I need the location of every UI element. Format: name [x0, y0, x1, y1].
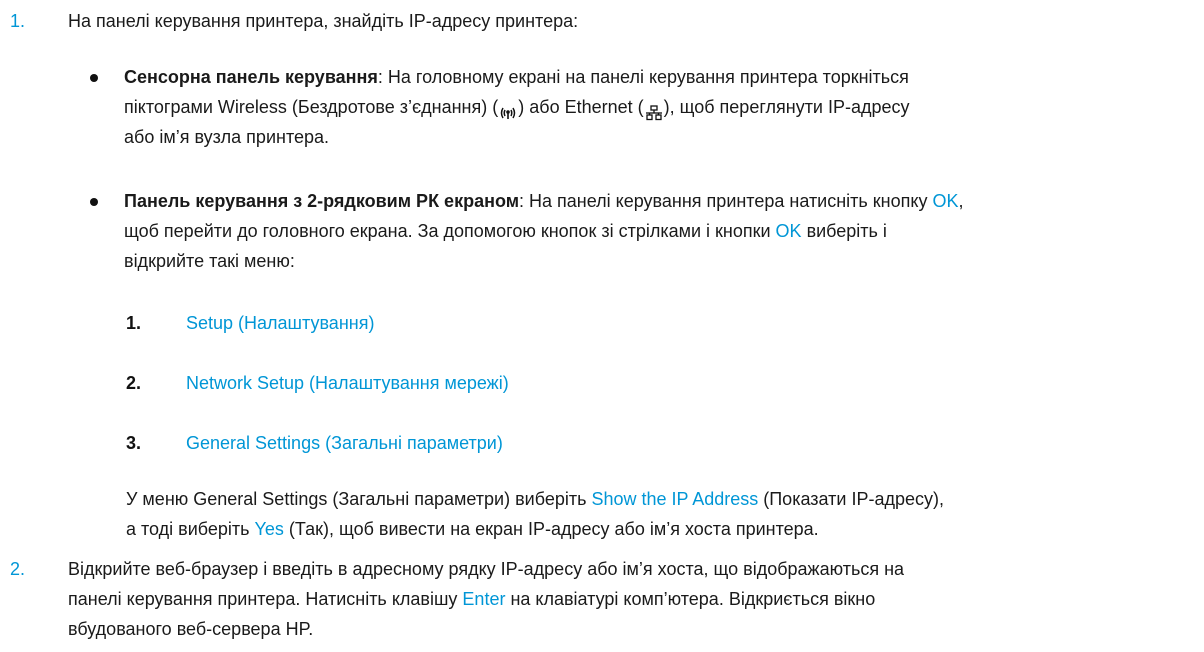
bullet-text: Сенсорна панель керування: На головному … [124, 62, 1190, 152]
instruction-paragraph: У меню General Settings (Загальні параме… [126, 484, 1190, 544]
bullet-title: Сенсорна панель керування [124, 67, 378, 87]
bullet-dot [90, 198, 98, 206]
bullet-text-part: щоб перейти до головного екрана. За допо… [124, 221, 776, 241]
step-number: 2. [10, 559, 26, 579]
bullet-text-part: піктограми Wireless (Бездротове з’єднанн… [124, 97, 499, 117]
paragraph-text: (Так), щоб вивести на екран IP-адресу аб… [283, 519, 819, 539]
bullet-text-part: виберіть і [801, 221, 887, 241]
bullet-text-part: ), щоб переглянути IP-адресу [663, 97, 910, 117]
submenu-link-network-setup[interactable]: Network Setup (Налаштування мережі) [186, 368, 509, 398]
bullet-line: піктограми Wireless (Бездротове з’єднанн… [124, 92, 1190, 122]
step-text: Відкрийте веб-браузер і введіть в адресн… [68, 554, 1190, 644]
bullet-text: Панель керування з 2-рядковим РК екраном… [124, 186, 1190, 276]
bullet-line: відкрийте такі меню: [124, 246, 1190, 276]
bullet-line: щоб перейти до головного екрана. За допо… [124, 216, 1190, 246]
submenu-number: 2. [126, 373, 142, 393]
step-line: панелі керування принтера. Натисніть кла… [68, 584, 1190, 614]
bullet-line: Панель керування з 2-рядковим РК екраном… [124, 186, 1190, 216]
bullet-dot [90, 74, 98, 82]
bullet-text-part: відкрийте такі меню: [124, 251, 295, 271]
step-line: Відкрийте веб-браузер і введіть в адресн… [68, 559, 905, 579]
paragraph-line: а тоді виберіть Yes (Так), щоб вивести н… [126, 514, 1190, 544]
paragraph-line: У меню General Settings (Загальні параме… [126, 484, 1190, 514]
step-text-part: на клавіатурі комп’ютера. Відкриється ві… [505, 589, 876, 609]
ok-link[interactable]: OK [932, 191, 958, 211]
enter-key-link[interactable]: Enter [462, 589, 505, 609]
submenu-number: 3. [126, 433, 142, 453]
submenu-link-setup[interactable]: Setup (Налаштування) [186, 308, 374, 338]
bullet-text-part: , [958, 191, 964, 211]
paragraph-text: а тоді виберіть [126, 519, 255, 539]
paragraph-text: (Показати IP-адресу), [758, 489, 944, 509]
step-line: вбудованого веб-сервера HP. [68, 619, 314, 639]
bullet-line: Сенсорна панель керування: На головному … [124, 62, 1190, 92]
bullet-text-part: ) або Ethernet ( [518, 97, 644, 117]
bullet-text-part: : На головному екрані на панелі керуванн… [377, 67, 909, 87]
bullet-text-part: : На панелі керування принтера натисніть… [519, 191, 933, 211]
step-number: 1. [10, 11, 26, 31]
show-ip-address-link[interactable]: Show the IP Address [591, 489, 758, 509]
ethernet-icon [645, 100, 663, 121]
paragraph-text: У меню General Settings (Загальні параме… [126, 489, 592, 509]
bullet-title: Панель керування з 2-рядковим РК екраном [124, 191, 520, 211]
ok-link[interactable]: OK [776, 221, 802, 241]
submenu-number: 1. [126, 313, 142, 333]
yes-link[interactable]: Yes [255, 519, 284, 539]
document-page: 1. На панелі керування принтера, знайдіт… [0, 0, 1204, 652]
submenu-link-general-settings[interactable]: General Settings (Загальні параметри) [186, 428, 503, 458]
bullet-text-part: або ім’я вузла принтера. [124, 127, 330, 147]
bullet-line: або ім’я вузла принтера. [124, 122, 1190, 152]
step-text-part: панелі керування принтера. Натисніть кла… [68, 589, 463, 609]
wireless-icon [499, 100, 517, 120]
step-text: На панелі керування принтера, знайдіть I… [68, 11, 579, 31]
